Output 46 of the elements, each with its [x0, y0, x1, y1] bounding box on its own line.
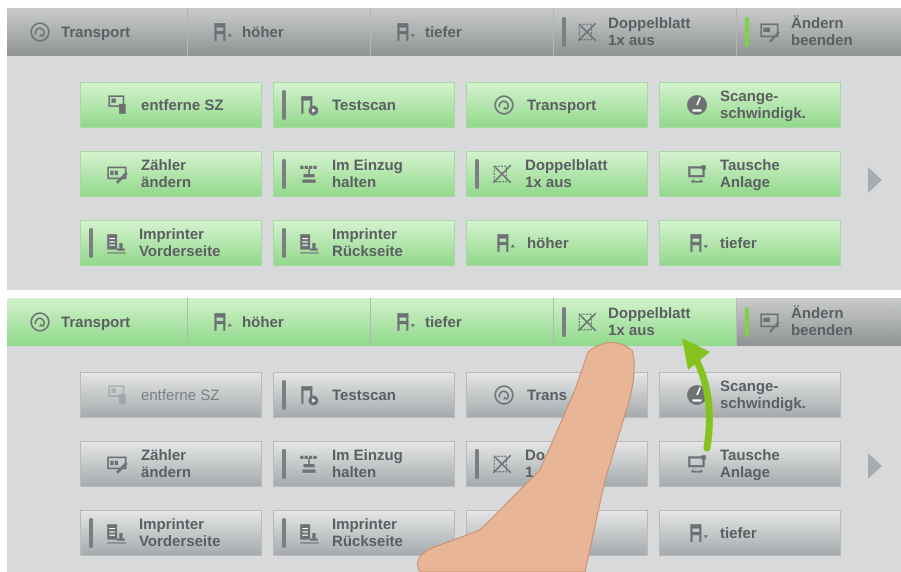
function-button[interactable]: Imprinter Vorderseite [80, 220, 262, 266]
function-button[interactable]: Tausche Anlage [659, 441, 841, 487]
function-button[interactable]: Transport [466, 82, 648, 128]
function-button[interactable]: Testscan [273, 372, 455, 418]
monitor-wrench-icon [759, 311, 781, 333]
function-button[interactable]: tiefer [659, 510, 841, 556]
function-button[interactable]: entferne SZ [80, 82, 262, 128]
toolbar-button[interactable]: Doppelblatt 1x aus [554, 8, 737, 56]
document-stamp-icon [298, 522, 320, 544]
crossed-sheets-icon [491, 163, 513, 185]
toolbar-button[interactable]: höher [188, 298, 371, 346]
gauge-icon [686, 94, 708, 116]
scanner-swap-icon [686, 163, 708, 185]
function-button[interactable]: höher [466, 220, 648, 266]
document-stamp-icon [298, 232, 320, 254]
toolbar-button[interactable]: Ändern beenden [737, 8, 901, 56]
function-button[interactable]: Zähler ändern [80, 151, 262, 197]
function-button[interactable]: Imprinter Rückseite [273, 510, 455, 556]
scanner-swap-icon [686, 453, 708, 475]
toolbar-button[interactable]: tiefer [371, 298, 554, 346]
function-button[interactable]: Zähler ändern [80, 441, 262, 487]
function-button[interactable]: Imprinter Vorderseite [80, 510, 262, 556]
toolbar-button[interactable]: Doppelblatt 1x aus [554, 298, 737, 346]
function-button[interactable]: Im Einzug halten [273, 441, 455, 487]
function-button[interactable]: Tausche Anlage [659, 151, 841, 197]
function-button[interactable]: tiefer [659, 220, 841, 266]
document-stamp-icon [105, 232, 127, 254]
gauge-icon [686, 384, 708, 406]
function-button[interactable]: Testscan [273, 82, 455, 128]
toolbar-button[interactable]: Transport [7, 298, 188, 346]
toolbar-button[interactable]: höher [188, 8, 371, 56]
function-button[interactable]: Doppelblatt 1x aus [466, 151, 648, 197]
crossed-sheets-icon [576, 21, 598, 43]
toolbar-button[interactable]: Ändern beenden [737, 298, 901, 346]
monitor-wrench-icon [759, 21, 781, 43]
function-button[interactable]: Scange- schwindigk. [659, 82, 841, 128]
toolbar-button[interactable]: Transport [7, 8, 188, 56]
function-button[interactable]: Im Einzug halten [273, 151, 455, 197]
crossed-sheets-icon [576, 311, 598, 333]
crossed-sheets-icon [491, 453, 513, 475]
function-button[interactable]: Scange- schwindigk. [659, 372, 841, 418]
document-stamp-icon [105, 522, 127, 544]
function-button[interactable]: Imprinter Rückseite [273, 220, 455, 266]
next-page-arrow[interactable] [868, 167, 882, 193]
toolbar-button[interactable]: tiefer [371, 8, 554, 56]
next-page-arrow[interactable] [868, 453, 882, 479]
